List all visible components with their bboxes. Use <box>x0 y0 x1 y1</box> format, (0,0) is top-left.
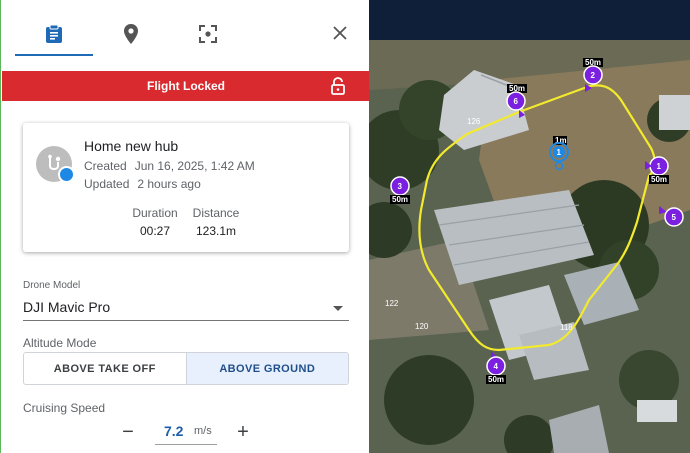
active-tab-indicator <box>15 54 93 56</box>
clipboard-icon <box>46 24 62 43</box>
terrain-label-120: 120 <box>415 322 429 331</box>
waypoint-3-number: 3 <box>398 182 403 191</box>
waypoint-1-alt: 50m <box>651 175 667 184</box>
satellite-map[interactable]: 126 122 120 118 1m 1 1 50m 50m 2 3 50m 4… <box>369 0 690 453</box>
waypoint-2-number: 2 <box>591 71 596 80</box>
updated-row: Updated 2 hours ago <box>84 177 201 191</box>
flight-locked-text: Flight Locked <box>147 79 225 93</box>
drone-model-value: DJI Mavic Pro <box>23 299 111 315</box>
drone-model-label: Drone Model <box>23 280 81 291</box>
tab-mission-details[interactable] <box>34 14 74 54</box>
waypoint-4-number: 4 <box>494 362 499 371</box>
waypoint-1-number: 1 <box>657 162 662 171</box>
unlock-icon[interactable] <box>330 77 346 95</box>
duration-stat: Duration 00:27 <box>132 206 178 238</box>
terrain-label-122: 122 <box>385 299 399 308</box>
waypoint-3-alt: 50m <box>392 195 408 204</box>
map-canvas: 126 122 120 118 1m 1 1 50m 50m 2 3 50m 4… <box>369 0 690 453</box>
distance-label: Distance <box>192 206 240 220</box>
cruising-speed-input[interactable]: 7.2 m/s <box>155 421 217 445</box>
duration-label: Duration <box>132 206 178 220</box>
cruising-speed-unit: m/s <box>194 425 212 437</box>
home-number: 1 <box>557 148 562 157</box>
terrain-label-126: 126 <box>467 117 481 126</box>
altitude-mode-label: Altitude Mode <box>23 336 97 350</box>
tab-waypoints[interactable] <box>111 14 151 54</box>
close-icon <box>333 26 347 40</box>
waypoint-6-number: 6 <box>514 97 519 106</box>
above-ground-button[interactable]: ABOVE GROUND <box>185 353 348 384</box>
created-value: Jun 16, 2025, 1:42 AM <box>134 159 255 173</box>
drone-model-select[interactable]: DJI Mavic Pro <box>23 297 349 321</box>
distance-stat: Distance 123.1m <box>189 206 243 238</box>
close-button[interactable] <box>325 18 355 48</box>
map-pin-icon <box>124 24 138 44</box>
globe-badge-icon <box>58 166 75 183</box>
updated-value: 2 hours ago <box>137 177 201 191</box>
speed-increase-button[interactable]: + <box>231 420 255 444</box>
duration-value: 00:27 <box>139 224 171 238</box>
created-label: Created <box>84 159 127 173</box>
waypoint-3[interactable]: 3 50m <box>390 176 410 204</box>
updated-label: Updated <box>84 177 130 191</box>
waypoint-4-alt: 50m <box>488 375 504 384</box>
panel-tabs <box>1 0 369 60</box>
cruising-speed-label: Cruising Speed <box>23 401 106 415</box>
speed-decrease-button[interactable]: − <box>116 420 140 444</box>
altitude-mode-toggle: ABOVE TAKE OFF ABOVE GROUND <box>23 352 349 385</box>
created-row: Created Jun 16, 2025, 1:42 AM <box>84 159 255 173</box>
mission-name: Home new hub <box>84 138 179 154</box>
waypoint-5-number: 5 <box>672 213 677 222</box>
flight-locked-banner: Flight Locked <box>2 71 369 101</box>
distance-value: 123.1m <box>195 224 237 238</box>
focus-frame-icon <box>199 25 217 43</box>
terrain-label-118: 118 <box>560 323 573 332</box>
cruising-speed-value: 7.2 <box>164 423 184 439</box>
mission-panel: Flight Locked Home new hub Created Jun 16… <box>0 0 369 453</box>
above-take-off-button[interactable]: ABOVE TAKE OFF <box>24 353 186 384</box>
caret-down-icon <box>333 306 343 311</box>
tab-capture-area[interactable] <box>188 14 228 54</box>
mission-info-card: Home new hub Created Jun 16, 2025, 1:42 A… <box>23 123 349 252</box>
